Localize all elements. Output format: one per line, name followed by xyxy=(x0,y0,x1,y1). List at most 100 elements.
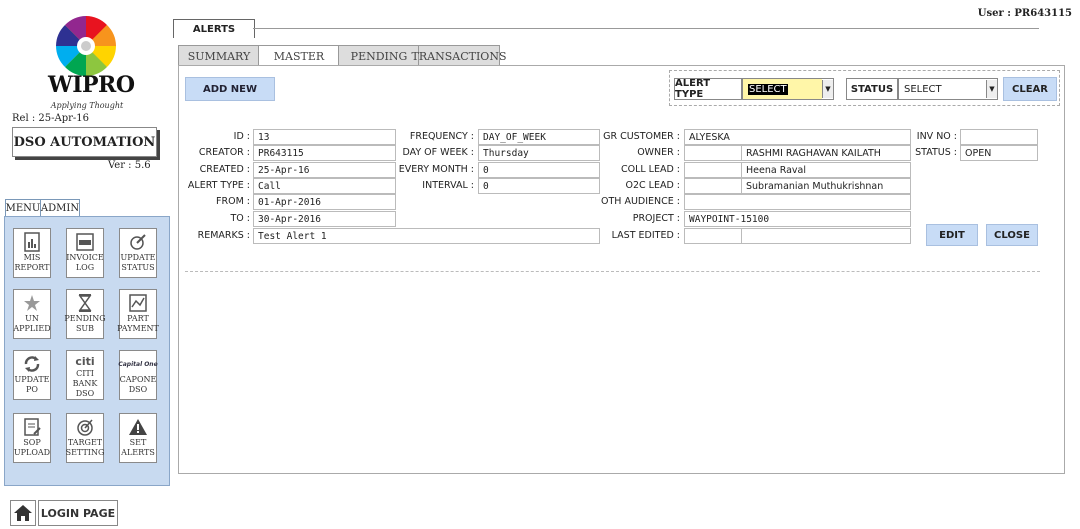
owner-label: OWNER : xyxy=(637,147,680,158)
app-version: Ver : 5.6 xyxy=(108,160,151,171)
menu-label: INVOICE xyxy=(66,253,104,262)
menu-capone-dso[interactable]: Capital One CAPONE DSO xyxy=(118,350,158,400)
alert-type-field: Call xyxy=(253,178,396,194)
from-field: 01-Apr-2016 xyxy=(253,194,396,210)
created-label: CREATED : xyxy=(199,164,250,175)
login-page-label[interactable]: LOGIN PAGE xyxy=(38,500,118,526)
chart-icon xyxy=(127,292,149,314)
tab-pending[interactable]: PENDING xyxy=(338,45,420,66)
menu-mis-report[interactable]: MIS REPORT xyxy=(13,228,51,278)
menu-label: ALERTS xyxy=(121,448,155,457)
menu-label: UPDATE xyxy=(120,253,156,262)
star-icon xyxy=(21,292,43,314)
menu-update-status[interactable]: UPDATE STATUS xyxy=(119,228,157,278)
upload-icon xyxy=(21,416,43,438)
menu-sop-upload[interactable]: SOP UPLOAD xyxy=(13,413,51,463)
wipro-logo: WIPRO Applying Thought xyxy=(48,14,135,110)
menu-label: DSO xyxy=(75,389,95,398)
alert-type-value: SELECT xyxy=(748,83,788,95)
menu-label: CAPONE xyxy=(119,375,157,384)
owner-field: RASHMI RAGHAVAN KAILATH xyxy=(741,145,911,161)
menu-set-alerts[interactable]: SET ALERTS xyxy=(119,413,157,463)
menu-label: UPDATE xyxy=(14,375,50,384)
warning-icon xyxy=(127,416,149,438)
menu-pending-sub[interactable]: PENDING SUB xyxy=(64,289,106,339)
gr-customer-label: GR CUSTOMER : xyxy=(603,131,680,142)
menu-label: CITI BANK xyxy=(72,369,98,388)
log-icon xyxy=(74,231,96,253)
alert-type-label: ALERT TYPE xyxy=(674,78,742,100)
id-field: 13 xyxy=(253,129,396,145)
tab-menu[interactable]: MENU xyxy=(5,199,41,217)
release-date: Rel : 25-Apr-16 xyxy=(12,113,89,124)
home-icon[interactable] xyxy=(10,500,36,526)
menu-label: LOG xyxy=(75,263,95,272)
citi-logo: citi xyxy=(75,354,95,368)
remarks-label: REMARKS : xyxy=(197,230,250,241)
tab-admin[interactable]: ADMIN xyxy=(40,199,80,217)
close-button[interactable]: CLOSE xyxy=(986,224,1038,246)
project-label: PROJECT : xyxy=(632,213,680,224)
id-label: ID : xyxy=(233,131,250,142)
menu-label: SET xyxy=(129,438,147,447)
creator-field: PR643115 xyxy=(253,145,396,161)
menu-label: MIS xyxy=(23,253,41,262)
menu-un-applied[interactable]: UN APPLIED xyxy=(13,289,51,339)
menu-label: SUB xyxy=(75,324,95,333)
chevron-down-icon[interactable]: ▼ xyxy=(822,80,833,98)
status-field: OPEN xyxy=(960,145,1038,161)
created-field: 25-Apr-16 xyxy=(253,162,396,178)
every-month-field: 0 xyxy=(478,162,600,178)
menu-update-po[interactable]: UPDATE PO xyxy=(13,350,51,400)
menu-label: PO xyxy=(26,385,38,394)
menu-label: PENDING xyxy=(64,314,106,323)
tab-master[interactable]: MASTER xyxy=(258,45,340,67)
menu-label: PAYMENT xyxy=(117,324,159,333)
status-filter-select[interactable]: SELECT ▼ xyxy=(898,78,998,100)
tab-summary[interactable]: SUMMARY xyxy=(178,45,260,66)
refresh-icon xyxy=(21,353,43,375)
master-panel xyxy=(178,65,1065,474)
o2c-lead-label: O2C LEAD : xyxy=(625,180,680,191)
menu-label: PART xyxy=(127,314,149,323)
last-edited-label: LAST EDITED : xyxy=(611,230,680,241)
form-divider xyxy=(185,271,1040,272)
tab-transactions[interactable]: TRANSACTIONS xyxy=(412,45,506,66)
menu-citi-bank-dso[interactable]: citi CITI BANK DSO xyxy=(66,350,104,400)
menu-label: REPORT xyxy=(14,263,50,272)
chevron-down-icon[interactable]: ▼ xyxy=(986,80,997,98)
menu-target-setting[interactable]: TARGET SETTING xyxy=(66,413,104,463)
alert-type-select[interactable]: SELECT ▼ xyxy=(742,78,834,100)
menu-label: SOP xyxy=(23,438,41,447)
alerts-section-tab: ALERTS xyxy=(173,19,255,38)
gr-customer-field: ALYESKA xyxy=(684,129,911,145)
oth-audience-label: OTH AUDIENCE : xyxy=(601,196,680,207)
report-icon xyxy=(21,231,43,253)
wipro-wordmark: WIPRO xyxy=(48,72,135,98)
wipro-sunflower-logo-icon xyxy=(56,16,116,76)
day-of-week-label: DAY OF WEEK : xyxy=(402,147,474,158)
menu-invoice-log[interactable]: INVOICE LOG xyxy=(66,228,104,278)
interval-field: 0 xyxy=(478,178,600,194)
wipro-tagline: Applying Thought xyxy=(50,101,124,110)
menu-label: DSO xyxy=(128,385,148,394)
menu-label: UN xyxy=(25,314,39,323)
clear-button[interactable]: CLEAR xyxy=(1003,77,1057,101)
last-edited-field xyxy=(741,228,911,244)
o2c-lead-field: Subramanian Muthukrishnan xyxy=(741,178,911,194)
status-filter-label: STATUS xyxy=(846,78,898,100)
login-page-button[interactable]: LOGIN PAGE xyxy=(10,500,118,526)
to-label: TO : xyxy=(230,213,250,224)
menu-panel: MIS REPORT INVOICE LOG UPDATE STATUS UN … xyxy=(4,216,170,486)
edit-button[interactable]: EDIT xyxy=(926,224,978,246)
day-of-week-field: Thursday xyxy=(478,145,600,161)
capitalone-logo: Capital One xyxy=(118,360,158,368)
status-filter-value: SELECT xyxy=(904,83,942,95)
add-new-button[interactable]: ADD NEW xyxy=(185,77,275,101)
menu-label: SETTING xyxy=(65,448,105,457)
section-divider xyxy=(253,28,1039,29)
last-edited-id-field xyxy=(684,228,742,244)
coll-lead-field: Heena Raval xyxy=(741,162,911,178)
menu-part-payment[interactable]: PART PAYMENT xyxy=(117,289,159,339)
pen-icon xyxy=(127,231,149,253)
